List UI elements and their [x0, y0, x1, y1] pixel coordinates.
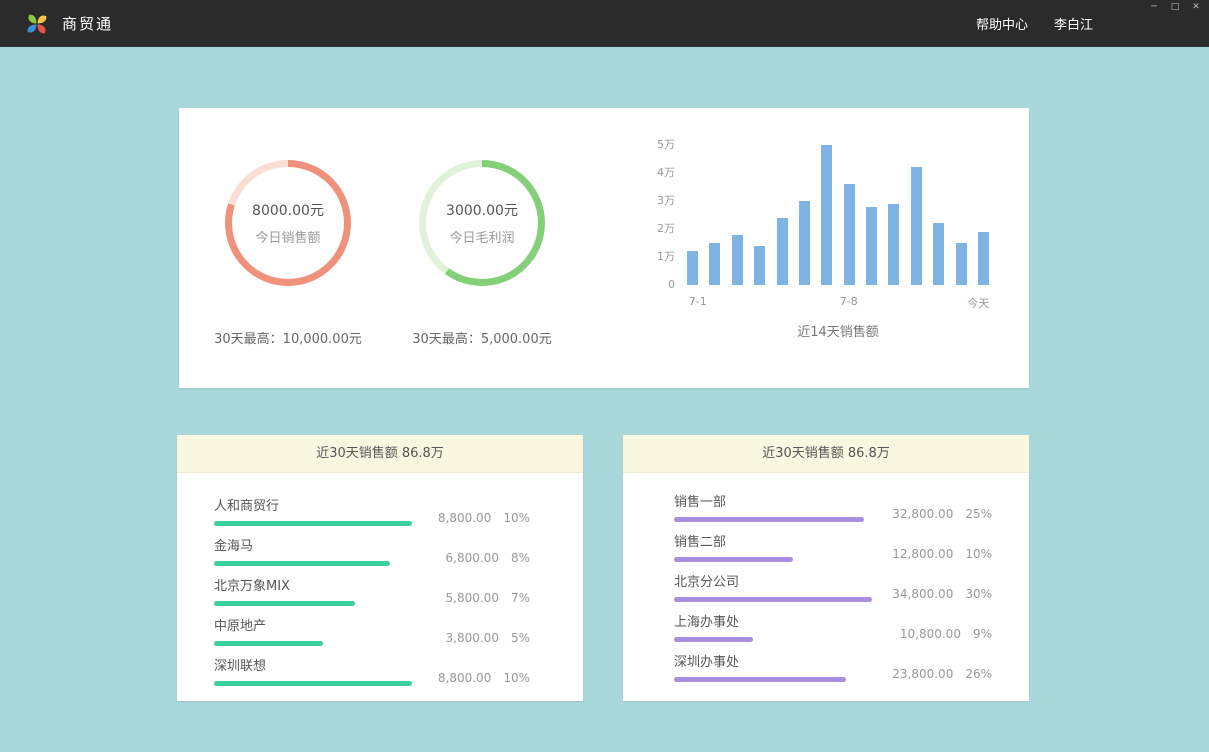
list-item: 销售一部 32,800.00 25%: [674, 491, 992, 531]
donut-value: 8000.00元: [252, 200, 324, 220]
today-profit-widget: 3000.00元 今日毛利润 30天最高：5,000.00元: [397, 108, 567, 388]
bar: [799, 201, 810, 285]
item-progress-bar: [214, 681, 412, 686]
x-axis-label: 7-8: [840, 295, 858, 308]
y-axis-label: 1万: [657, 250, 675, 264]
item-progress-bar: [214, 641, 412, 646]
item-percent: 25%: [965, 507, 992, 521]
donut-label: 今日销售额: [255, 227, 320, 246]
item-amount: 10,800.00: [900, 627, 961, 641]
item-percent: 8%: [511, 551, 530, 565]
panel-list: 销售一部 32,800.00 25% 销售二部 12,800.00 10% 北京…: [623, 473, 1029, 691]
item-progress-bar: [674, 597, 872, 602]
bar: [978, 232, 989, 285]
item-progress-bar: [674, 517, 872, 522]
donut-label: 今日毛利润: [449, 227, 514, 246]
app-window: ─ □ ✕ 商贸通 帮助中心 李白江 8000.00元: [0, 0, 1209, 752]
item-percent: 10%: [503, 511, 530, 525]
item-progress-bar: [674, 557, 872, 562]
y-axis-label: 5万: [657, 138, 675, 152]
window-controls: ─ □ ✕: [1148, 1, 1202, 13]
panel-list: 人和商贸行 8,800.00 10% 金海马 6,800.00 8% 北京万象M…: [177, 473, 583, 695]
item-amount: 3,800.00: [446, 631, 499, 645]
item-amount: 23,800.00: [892, 667, 953, 681]
bar: [777, 218, 788, 285]
app-title: 商贸通: [62, 13, 113, 34]
list-item: 销售二部 12,800.00 10%: [674, 531, 992, 571]
close-button[interactable]: ✕: [1190, 1, 1202, 13]
panel-title: 近30天销售额 86.8万: [177, 435, 583, 473]
bar: [956, 243, 967, 285]
panel-title: 近30天销售额 86.8万: [623, 435, 1029, 473]
item-amount: 34,800.00: [892, 587, 953, 601]
donut-footer: 30天最高：5,000.00元: [412, 328, 551, 347]
x-axis: 7-1 7-8 今天: [687, 295, 989, 311]
list-item: 中原地产 3,800.00 5%: [214, 615, 530, 655]
item-percent: 9%: [973, 627, 992, 641]
sales-bar-chart: 5万 4万 3万 2万 1万 0 7-1 7-8 今天 近14天销售额: [629, 108, 1029, 388]
y-axis: 5万 4万 3万 2万 1万 0: [645, 145, 675, 285]
app-logo-icon: [26, 13, 48, 35]
bar: [732, 235, 743, 285]
item-amount: 8,800.00: [438, 511, 491, 525]
bar: [754, 246, 765, 285]
item-progress-bar: [214, 601, 412, 606]
donut-chart: 8000.00元 今日销售额: [225, 160, 351, 286]
x-axis-label: 7-1: [689, 295, 707, 308]
item-percent: 10%: [503, 671, 530, 685]
donut-value: 3000.00元: [446, 200, 518, 220]
item-amount: 12,800.00: [892, 547, 953, 561]
x-axis-label: 今天: [967, 295, 989, 311]
bar: [844, 184, 855, 285]
list-item: 深圳办事处 23,800.00 26%: [674, 651, 992, 691]
minimize-button[interactable]: ─: [1148, 1, 1160, 13]
maximize-button[interactable]: □: [1169, 1, 1181, 13]
departments-sales-panel: 近30天销售额 86.8万 销售一部 32,800.00 25% 销售二部 12…: [623, 435, 1029, 701]
y-axis-label: 0: [668, 278, 675, 292]
item-percent: 10%: [965, 547, 992, 561]
list-item: 人和商贸行 8,800.00 10%: [214, 495, 530, 535]
item-amount: 5,800.00: [446, 591, 499, 605]
chart-caption: 近14天销售额: [645, 321, 989, 340]
bar: [866, 207, 877, 285]
today-sales-widget: 8000.00元 今日销售额 30天最高：10,000.00元: [179, 108, 397, 388]
bar: [888, 204, 899, 285]
donut-chart: 3000.00元 今日毛利润: [419, 160, 545, 286]
donut-footer: 30天最高：10,000.00元: [214, 328, 362, 347]
list-item: 金海马 6,800.00 8%: [214, 535, 530, 575]
bar: [821, 145, 832, 285]
item-progress-bar: [674, 677, 872, 682]
item-progress-bar: [674, 637, 872, 642]
item-percent: 30%: [965, 587, 992, 601]
list-item: 深圳联想 8,800.00 10%: [214, 655, 530, 695]
y-axis-label: 3万: [657, 194, 675, 208]
bar: [687, 251, 698, 285]
item-percent: 5%: [511, 631, 530, 645]
list-item: 北京分公司 34,800.00 30%: [674, 571, 992, 611]
bar: [933, 223, 944, 285]
item-progress-bar: [214, 561, 412, 566]
summary-card: 8000.00元 今日销售额 30天最高：10,000.00元 3000.00元…: [179, 108, 1029, 388]
item-progress-bar: [214, 521, 412, 526]
help-center-link[interactable]: 帮助中心: [976, 14, 1028, 33]
bar: [911, 167, 922, 285]
titlebar: ─ □ ✕ 商贸通 帮助中心 李白江: [0, 0, 1209, 47]
bar-series: [687, 145, 989, 285]
item-amount: 6,800.00: [446, 551, 499, 565]
bar: [709, 243, 720, 285]
list-item: 上海办事处 10,800.00 9%: [674, 611, 992, 651]
y-axis-label: 2万: [657, 222, 675, 236]
list-item: 北京万象MIX 5,800.00 7%: [214, 575, 530, 615]
y-axis-label: 4万: [657, 166, 675, 180]
item-amount: 32,800.00: [892, 507, 953, 521]
user-menu[interactable]: 李白江: [1054, 14, 1093, 33]
item-amount: 8,800.00: [438, 671, 491, 685]
plot-area: 7-17-8今天: [687, 145, 989, 285]
item-percent: 7%: [511, 591, 530, 605]
customers-sales-panel: 近30天销售额 86.8万 人和商贸行 8,800.00 10% 金海马 6,8…: [177, 435, 583, 701]
item-percent: 26%: [965, 667, 992, 681]
